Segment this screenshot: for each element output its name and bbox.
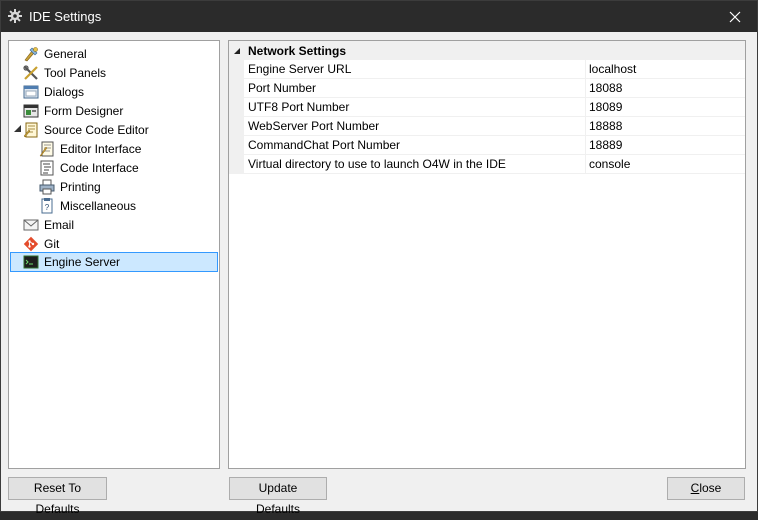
property-name: CommandChat Port Number (244, 136, 586, 155)
property-name: Virtual directory to use to launch O4W i… (244, 155, 586, 174)
window-close-button[interactable] (713, 1, 757, 32)
tree-item-label: Git (44, 236, 60, 251)
gear-icon (8, 9, 22, 23)
dialog-icon (23, 85, 39, 98)
misc-icon: ? (41, 197, 53, 213)
property-name: Engine Server URL (244, 60, 586, 79)
grid-row[interactable]: CommandChat Port Number 18889 (229, 136, 745, 155)
tree-item-label: Code Interface (60, 160, 139, 175)
tree-item-label: Dialogs (44, 84, 85, 99)
tree-item-git[interactable]: Git (23, 234, 59, 253)
tree-item-dialogs[interactable]: Dialogs (23, 82, 84, 101)
property-value[interactable]: 18088 (586, 79, 745, 98)
tree-item-miscellaneous[interactable]: ? Miscellaneous (39, 196, 136, 215)
tree-item-label: Printing (60, 179, 101, 194)
row-gutter (229, 60, 244, 79)
property-value[interactable]: 18089 (586, 98, 745, 117)
tree-item-general[interactable]: General (23, 44, 87, 63)
row-gutter (229, 79, 244, 98)
tools-icon (23, 64, 38, 80)
tree-item-label: General (44, 46, 87, 61)
code-icon (40, 160, 54, 175)
grid-row[interactable]: WebServer Port Number 18888 (229, 117, 745, 136)
tree-item-form-designer[interactable]: Form Designer (23, 101, 123, 120)
tree-item-code-interface[interactable]: Code Interface (39, 158, 139, 177)
close-label-rest: lose (699, 481, 722, 495)
property-name: UTF8 Port Number (244, 98, 586, 117)
close-icon (729, 11, 741, 22)
update-defaults-button[interactable]: Update Defaults (229, 477, 327, 516)
property-value[interactable]: 18888 (586, 117, 745, 136)
tree-item-label: Engine Server (44, 255, 121, 269)
editor-icon (39, 141, 54, 156)
git-icon (23, 236, 39, 251)
property-value[interactable]: localhost (586, 60, 745, 79)
grid-row[interactable]: Virtual directory to use to launch O4W i… (229, 155, 745, 174)
category-header[interactable]: Network Settings (229, 41, 745, 60)
property-name: WebServer Port Number (244, 117, 586, 136)
source-code-icon (23, 122, 38, 137)
printer-icon (39, 179, 55, 194)
settings-tree[interactable]: General Tool Panels Dialogs Form Designe… (8, 40, 220, 469)
tree-item-label: Form Designer (44, 103, 124, 118)
row-gutter (229, 117, 244, 136)
general-icon (24, 46, 38, 61)
tree-item-tool-panels[interactable]: Tool Panels (23, 63, 106, 82)
tree-item-printing[interactable]: Printing (39, 177, 101, 196)
tree-item-email[interactable]: Email (23, 215, 74, 234)
grid-row[interactable]: Port Number 18088 (229, 79, 745, 98)
tree-item-label: Source Code Editor (44, 122, 149, 137)
category-label: Network Settings (248, 44, 347, 58)
grid-row[interactable]: Engine Server URL localhost (229, 60, 745, 79)
tree-item-label: Tool Panels (44, 65, 107, 80)
row-gutter (229, 155, 244, 174)
property-grid[interactable]: Network Settings Engine Server URL local… (228, 40, 746, 469)
collapse-triangle-icon[interactable] (233, 47, 241, 55)
row-gutter (229, 136, 244, 155)
grid-row[interactable]: UTF8 Port Number 18089 (229, 98, 745, 117)
form-designer-icon (23, 104, 39, 117)
title-bar[interactable]: IDE Settings (1, 1, 757, 32)
svg-text:?: ? (45, 203, 50, 212)
tree-item-label: Email (44, 217, 75, 232)
ide-settings-window: IDE Settings General Tool Panels Dialogs… (0, 0, 758, 516)
tree-item-source-code-editor[interactable]: Source Code Editor (23, 120, 149, 139)
reset-to-defaults-button[interactable]: Reset To Defaults (8, 477, 107, 516)
tree-item-editor-interface[interactable]: Editor Interface (39, 139, 141, 158)
terminal-icon (23, 255, 39, 269)
email-icon (23, 219, 39, 230)
tree-item-label: Miscellaneous (60, 198, 137, 213)
property-value[interactable]: console (586, 155, 745, 174)
tree-item-label: Editor Interface (60, 141, 142, 156)
expand-triangle-icon[interactable] (13, 124, 22, 133)
close-button[interactable]: Close (667, 477, 745, 500)
property-value[interactable]: 18889 (586, 136, 745, 155)
row-gutter (229, 98, 244, 117)
property-name: Port Number (244, 79, 586, 98)
tree-item-engine-server[interactable]: Engine Server (10, 252, 218, 272)
window-title: IDE Settings (29, 9, 102, 24)
